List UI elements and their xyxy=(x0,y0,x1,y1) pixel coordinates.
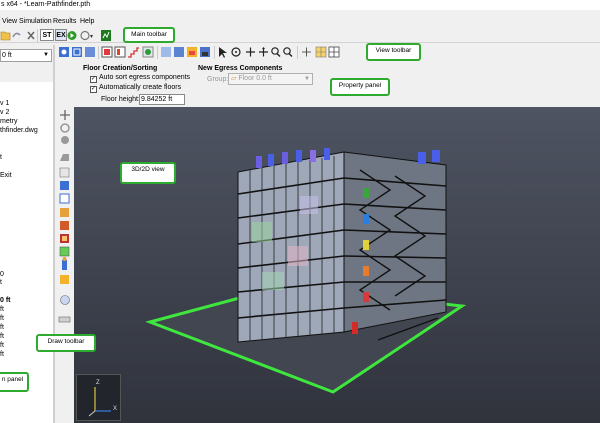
show-walls-icon[interactable] xyxy=(161,47,171,57)
callout-property-panel: Property panel xyxy=(330,78,390,96)
door-tool-icon[interactable] xyxy=(59,193,70,204)
group-label: Group: xyxy=(207,76,229,83)
group-select-value: Floor 0.0 ft xyxy=(238,75,272,82)
auto-sort-row[interactable]: ✓ Auto sort egress components xyxy=(90,73,190,83)
auto-create-checkbox[interactable]: ✓ xyxy=(90,86,97,93)
title-bar: s x64 - *Learn-Pathfinder.pth xyxy=(0,0,600,10)
show-rooms-icon[interactable] xyxy=(101,46,113,58)
open-icon[interactable] xyxy=(0,31,11,41)
floor-section-title: Floor Creation/Sorting xyxy=(83,65,158,72)
stair-tool-icon[interactable] xyxy=(60,208,69,217)
callout-nav-panel: n panel xyxy=(0,372,29,392)
auto-sort-checkbox[interactable]: ✓ xyxy=(90,76,97,83)
menu-view[interactable]: View xyxy=(2,18,17,26)
window-title: s x64 - *Learn-Pathfinder.pth xyxy=(1,1,91,8)
pan-icon[interactable] xyxy=(246,47,255,57)
show-navmesh-icon[interactable] xyxy=(187,47,197,57)
grid-icon[interactable] xyxy=(315,46,327,58)
nav-item[interactable]: ft xyxy=(0,342,4,350)
callout-draw-toolbar: Draw toolbar xyxy=(36,334,96,352)
floor-combo[interactable]: 0 ft ▼ xyxy=(0,49,52,62)
run-simulation-icon[interactable] xyxy=(67,31,77,40)
nav-item[interactable]: v 2 xyxy=(0,109,9,117)
occupant-tool-icon[interactable] xyxy=(62,257,67,270)
room-tool-icon[interactable] xyxy=(60,154,69,161)
floor-height-input[interactable]: 9.84252 ft xyxy=(139,94,185,105)
run-settings-icon[interactable]: ▾ xyxy=(80,30,93,41)
callout-view-3d: 3D/2D view xyxy=(120,162,176,184)
nav-item[interactable]: ft xyxy=(0,315,4,323)
group-select[interactable]: ▱ Floor 0.0 ft ▼ xyxy=(228,73,313,85)
panel-splitter[interactable] xyxy=(53,45,55,423)
nav-item[interactable]: ft xyxy=(0,324,4,332)
zoom-extents-icon[interactable] xyxy=(72,47,82,57)
nav-item[interactable]: t xyxy=(0,154,2,162)
nav-item-active-floor[interactable]: 0 ft xyxy=(0,297,11,305)
occupant-group-icon[interactable] xyxy=(60,275,69,284)
show-doors-icon[interactable] xyxy=(114,46,126,58)
auto-create-label: Automatically create floors xyxy=(99,84,182,91)
building-model xyxy=(145,148,467,394)
callout-view-toolbar: View toolbar xyxy=(366,43,421,61)
floor-icon: ▱ xyxy=(231,75,237,82)
redo-icon[interactable] xyxy=(12,32,21,38)
floor-plan-icon[interactable] xyxy=(60,181,69,190)
floor-combo-value: 0 ft xyxy=(2,52,12,59)
move-icon[interactable] xyxy=(259,47,268,57)
axes-widget: Z X xyxy=(76,374,121,421)
view-toolbar-icons xyxy=(59,46,340,59)
axis-x-label: X xyxy=(113,406,118,412)
ruler-tool-icon[interactable] xyxy=(58,316,71,323)
nav-item[interactable]: metry xyxy=(0,118,18,126)
chevron-down-icon: ▼ xyxy=(304,76,310,82)
svg-text:▾: ▾ xyxy=(90,34,93,40)
orbit-icon[interactable] xyxy=(231,47,241,57)
exit-tool-icon[interactable] xyxy=(60,234,69,243)
menu-simulation[interactable]: Simulation xyxy=(19,18,52,26)
nav-item[interactable]: ft xyxy=(0,306,4,314)
menu-bar: View Simulation Results Help xyxy=(0,12,600,25)
nav-item[interactable]: 0 xyxy=(0,271,4,279)
zoom-icon[interactable] xyxy=(271,47,281,57)
nav-item[interactable]: ft xyxy=(0,351,4,359)
snap-grid-icon[interactable] xyxy=(302,47,311,57)
nav-item[interactable]: t xyxy=(0,279,2,287)
zoom-box-icon[interactable] xyxy=(283,47,293,57)
select-cursor-icon[interactable] xyxy=(219,47,227,58)
menu-results[interactable]: Results xyxy=(53,18,76,26)
nav-item[interactable]: Exit xyxy=(0,172,12,180)
st-button[interactable]: ST xyxy=(40,29,54,41)
callout-main-toolbar: Main toolbar xyxy=(123,27,175,43)
perspective-icon[interactable] xyxy=(85,47,95,57)
show-occupants-icon[interactable] xyxy=(142,46,154,58)
view-3d[interactable] xyxy=(74,107,600,423)
auto-create-row[interactable]: ✓ Automatically create floors xyxy=(90,83,181,93)
auto-sort-label: Auto sort egress components xyxy=(99,74,191,81)
rotate-tool-icon[interactable] xyxy=(60,123,70,133)
ex-button[interactable]: EX xyxy=(55,29,67,41)
elevator-tool-icon[interactable] xyxy=(59,246,70,257)
nav-item[interactable]: thfinder.dwg xyxy=(0,127,38,135)
ramp-tool-icon[interactable] xyxy=(60,221,69,230)
show-geometry-icon[interactable] xyxy=(174,47,184,57)
floor-height-label: Floor height: xyxy=(101,96,140,103)
pathfinder-window: s x64 - *Learn-Pathfinder.pth View Simul… xyxy=(0,0,600,423)
chevron-down-icon: ▼ xyxy=(43,52,49,58)
view-reset-icon[interactable] xyxy=(59,47,69,57)
axis-z-label: Z xyxy=(96,380,100,386)
thin-wall-icon[interactable] xyxy=(59,167,70,178)
menu-help[interactable]: Help xyxy=(80,18,94,26)
delete-icon[interactable] xyxy=(27,31,35,40)
show-stairs-icon[interactable] xyxy=(128,47,139,58)
nav-item[interactable]: ft xyxy=(0,333,4,341)
draw-toolbar-icons xyxy=(58,110,71,323)
tile-view-icon[interactable] xyxy=(328,46,340,58)
move-tool-icon[interactable] xyxy=(60,110,70,120)
show-paths-icon[interactable] xyxy=(200,47,210,57)
results-icon[interactable] xyxy=(101,30,111,41)
scale-tool-icon[interactable] xyxy=(61,136,69,144)
measure-tool-icon[interactable] xyxy=(60,295,70,305)
nav-item[interactable]: v 1 xyxy=(0,100,9,108)
new-egress-title: New Egress Components xyxy=(198,65,283,72)
